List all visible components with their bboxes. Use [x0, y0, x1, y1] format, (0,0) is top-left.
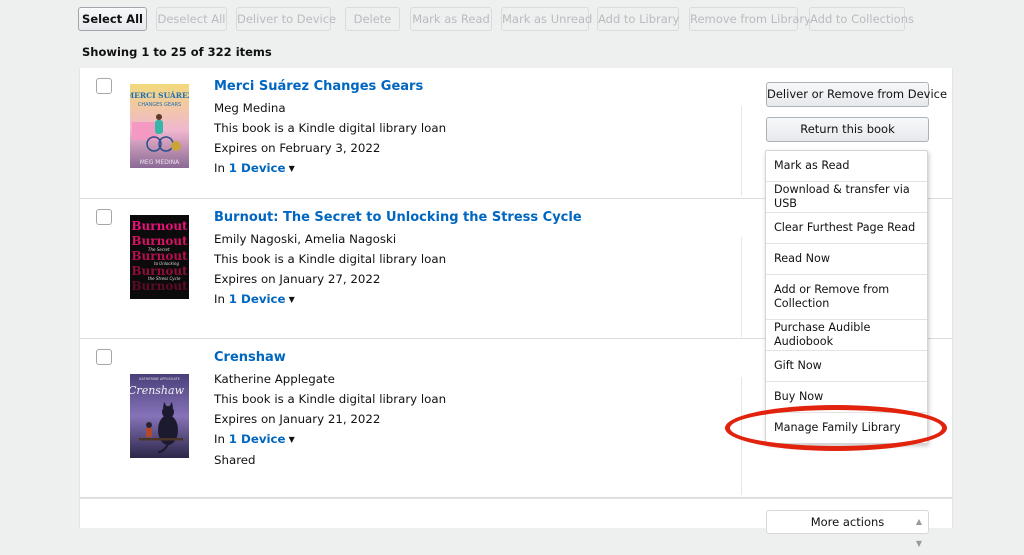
device-info: In 1 Device ▼	[214, 158, 446, 179]
svg-text:KATHERINE APPLEGATE: KATHERINE APPLEGATE	[139, 377, 180, 381]
mark-as-unread-button[interactable]: Mark as Unread	[501, 7, 592, 31]
book-cover-image[interactable]: Burnout Burnout The Secret Burnout to Un…	[130, 215, 189, 299]
select-all-button[interactable]: Select All	[78, 7, 147, 31]
column-divider	[741, 377, 742, 495]
device-count: 1 Device	[228, 292, 286, 306]
device-count: 1 Device	[228, 432, 286, 446]
device-info: In 1 Device ▼	[214, 289, 582, 310]
book-title-link[interactable]: Burnout: The Secret to Unlocking the Str…	[214, 209, 582, 227]
shared-status: Shared	[214, 453, 256, 467]
in-label: In	[214, 432, 225, 446]
book-author: Katherine Applegate	[214, 372, 335, 386]
loan-status: This book is a Kindle digital library lo…	[214, 392, 447, 406]
menu-item-clear-furthest-page[interactable]: Clear Furthest Page Read	[766, 213, 927, 244]
mark-as-read-button[interactable]: Mark as Read	[410, 7, 492, 31]
remove-from-library-button[interactable]: Remove from Library	[689, 7, 811, 31]
item-count-text: Showing 1 to 25 of 322 items	[82, 45, 272, 59]
select-checkbox[interactable]	[96, 209, 112, 225]
menu-item-gift-now[interactable]: Gift Now	[766, 351, 927, 382]
deliver-to-device-button[interactable]: Deliver to Device	[236, 7, 336, 31]
expiry-date: Expires on January 21, 2022	[214, 412, 381, 426]
svg-text:Crenshaw: Crenshaw	[130, 384, 185, 397]
column-divider	[741, 237, 742, 337]
delete-button[interactable]: Delete	[345, 7, 400, 31]
select-checkbox[interactable]	[96, 349, 112, 365]
expiry-date: Expires on February 3, 2022	[214, 141, 381, 155]
svg-text:MEG MEDINA: MEG MEDINA	[140, 159, 180, 166]
book-cover-image[interactable]: KATHERINE APPLEGATE Crenshaw	[130, 374, 189, 458]
in-label: In	[214, 161, 225, 175]
svg-text:Burnout: Burnout	[131, 279, 188, 293]
caret-down-icon: ▼	[288, 164, 295, 173]
loan-status: This book is a Kindle digital library lo…	[214, 121, 447, 135]
caret-down-icon: ▼	[288, 295, 295, 304]
device-count: 1 Device	[228, 161, 286, 175]
book-row	[80, 498, 952, 538]
column-divider	[741, 106, 742, 196]
deselect-all-button[interactable]: Deselect All	[156, 7, 227, 31]
book-author: Meg Medina	[214, 101, 286, 115]
device-dropdown-link[interactable]: 1 Device ▼	[229, 292, 295, 306]
svg-text:MERCI SUÁREZ: MERCI SUÁREZ	[130, 91, 189, 100]
expiry-date: Expires on January 27, 2022	[214, 272, 381, 286]
book-cover-image[interactable]: MERCI SUÁREZ CHANGES GEARS MEG MEDINA	[130, 84, 189, 168]
book-title-link[interactable]: Merci Suárez Changes Gears	[214, 78, 446, 96]
svg-text:CHANGES GEARS: CHANGES GEARS	[138, 102, 181, 108]
book-info: Burnout: The Secret to Unlocking the Str…	[214, 209, 582, 310]
caret-down-icon: ▼	[288, 435, 295, 444]
select-checkbox[interactable]	[96, 78, 112, 94]
menu-item-mark-as-read[interactable]: Mark as Read	[766, 151, 927, 182]
deliver-remove-device-button[interactable]: Deliver or Remove from Device	[766, 82, 947, 107]
menu-item-download-transfer-usb[interactable]: Download & transfer via USB	[766, 182, 927, 213]
add-to-library-button[interactable]: Add to Library	[597, 7, 679, 31]
menu-item-purchase-audible[interactable]: Purchase Audible Audiobook	[766, 320, 927, 351]
menu-item-read-now[interactable]: Read Now	[766, 244, 927, 275]
menu-item-buy-now[interactable]: Buy Now	[766, 382, 927, 413]
loan-status: This book is a Kindle digital library lo…	[214, 252, 447, 266]
menu-item-add-remove-collection[interactable]: Add or Remove from Collection	[766, 275, 927, 320]
device-info: In 1 Device ▼	[214, 429, 446, 450]
svg-text:Burnout: Burnout	[131, 234, 188, 248]
in-label: In	[214, 292, 225, 306]
device-dropdown-link[interactable]: 1 Device ▼	[229, 432, 295, 446]
book-title-link[interactable]: Crenshaw	[214, 349, 446, 367]
device-dropdown-link[interactable]: 1 Device ▼	[229, 161, 295, 175]
book-info: Merci Suárez Changes Gears Meg Medina Th…	[214, 78, 446, 179]
book-author: Emily Nagoski, Amelia Nagoski	[214, 232, 397, 246]
menu-item-manage-family-library[interactable]: Manage Family Library	[766, 413, 927, 443]
add-to-collections-button[interactable]: Add to Collections	[809, 7, 914, 31]
more-actions-menu: Mark as Read Download & transfer via USB…	[765, 150, 928, 444]
return-book-button[interactable]: Return this book	[766, 117, 929, 142]
svg-text:Burnout: Burnout	[131, 219, 188, 233]
book-info: Crenshaw Katherine Applegate This book i…	[214, 349, 446, 470]
